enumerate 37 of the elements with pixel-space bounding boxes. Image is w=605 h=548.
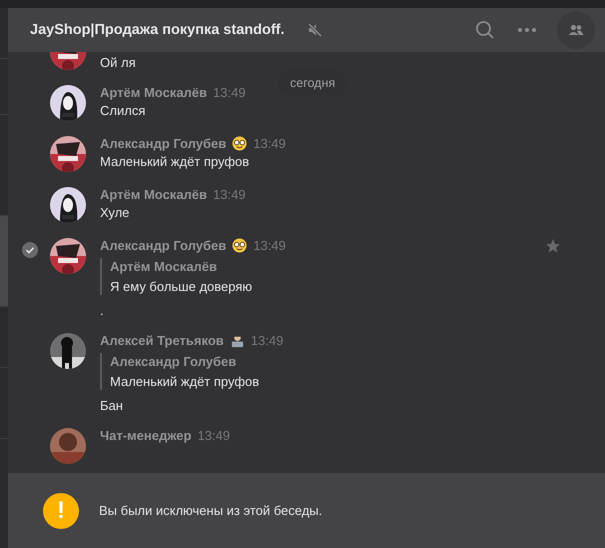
quoted-author: Артём Москалёв [110,259,218,274]
message-time: 13:49 [253,238,286,253]
message-text: Слился [100,103,146,118]
message-time: 13:49 [213,187,246,202]
nerd-face-icon [232,136,248,151]
message-text: Бан [100,398,124,413]
message-text: Ой ля [100,55,136,70]
people-icon [568,24,584,36]
author-name[interactable]: Александр Голубев [100,136,226,151]
message-text: Маленький ждёт пруфов [100,154,250,169]
author-name[interactable]: Артём Москалёв [100,85,208,100]
quoted-text: Маленький ждёт пруфов [110,374,260,389]
author-name[interactable]: Чат-менеджер [100,428,192,443]
scroll-thumb[interactable] [0,216,8,307]
author-name[interactable]: Артём Москалёв [100,187,208,202]
muted-speaker-icon[interactable] [306,22,323,38]
message-time: 13:49 [197,428,230,443]
message-time: 13:49 [250,333,284,348]
notice-text: Вы были исключены из этой беседы. [99,503,322,518]
message-time: 13:49 [213,85,246,100]
reply-quote[interactable]: Артём Москалёв Я ему больше доверяю [100,258,286,295]
warning-icon: ! [43,492,79,528]
more-dots-icon [517,27,537,33]
message-time: 13:49 [253,136,286,151]
person-laptop-icon [230,333,245,348]
author-name[interactable]: Алексей Третьяков [100,333,224,348]
message-text: . [100,303,105,318]
message-text: Хуле [100,205,130,220]
star-icon[interactable] [545,238,561,254]
selected-check-icon[interactable] [22,242,38,258]
author-name[interactable]: Александр Голубев [100,238,226,253]
quoted-author: Александр Голубев [110,354,238,369]
reply-quote[interactable]: Александр Голубев Маленький ждёт пруфов [100,353,284,390]
members-button[interactable] [557,11,595,49]
quoted-text: Я ему больше доверяю [110,279,254,294]
nerd-face-icon [232,238,248,253]
chat-title: JayShop|Продажа покупка standoff. [30,22,285,38]
